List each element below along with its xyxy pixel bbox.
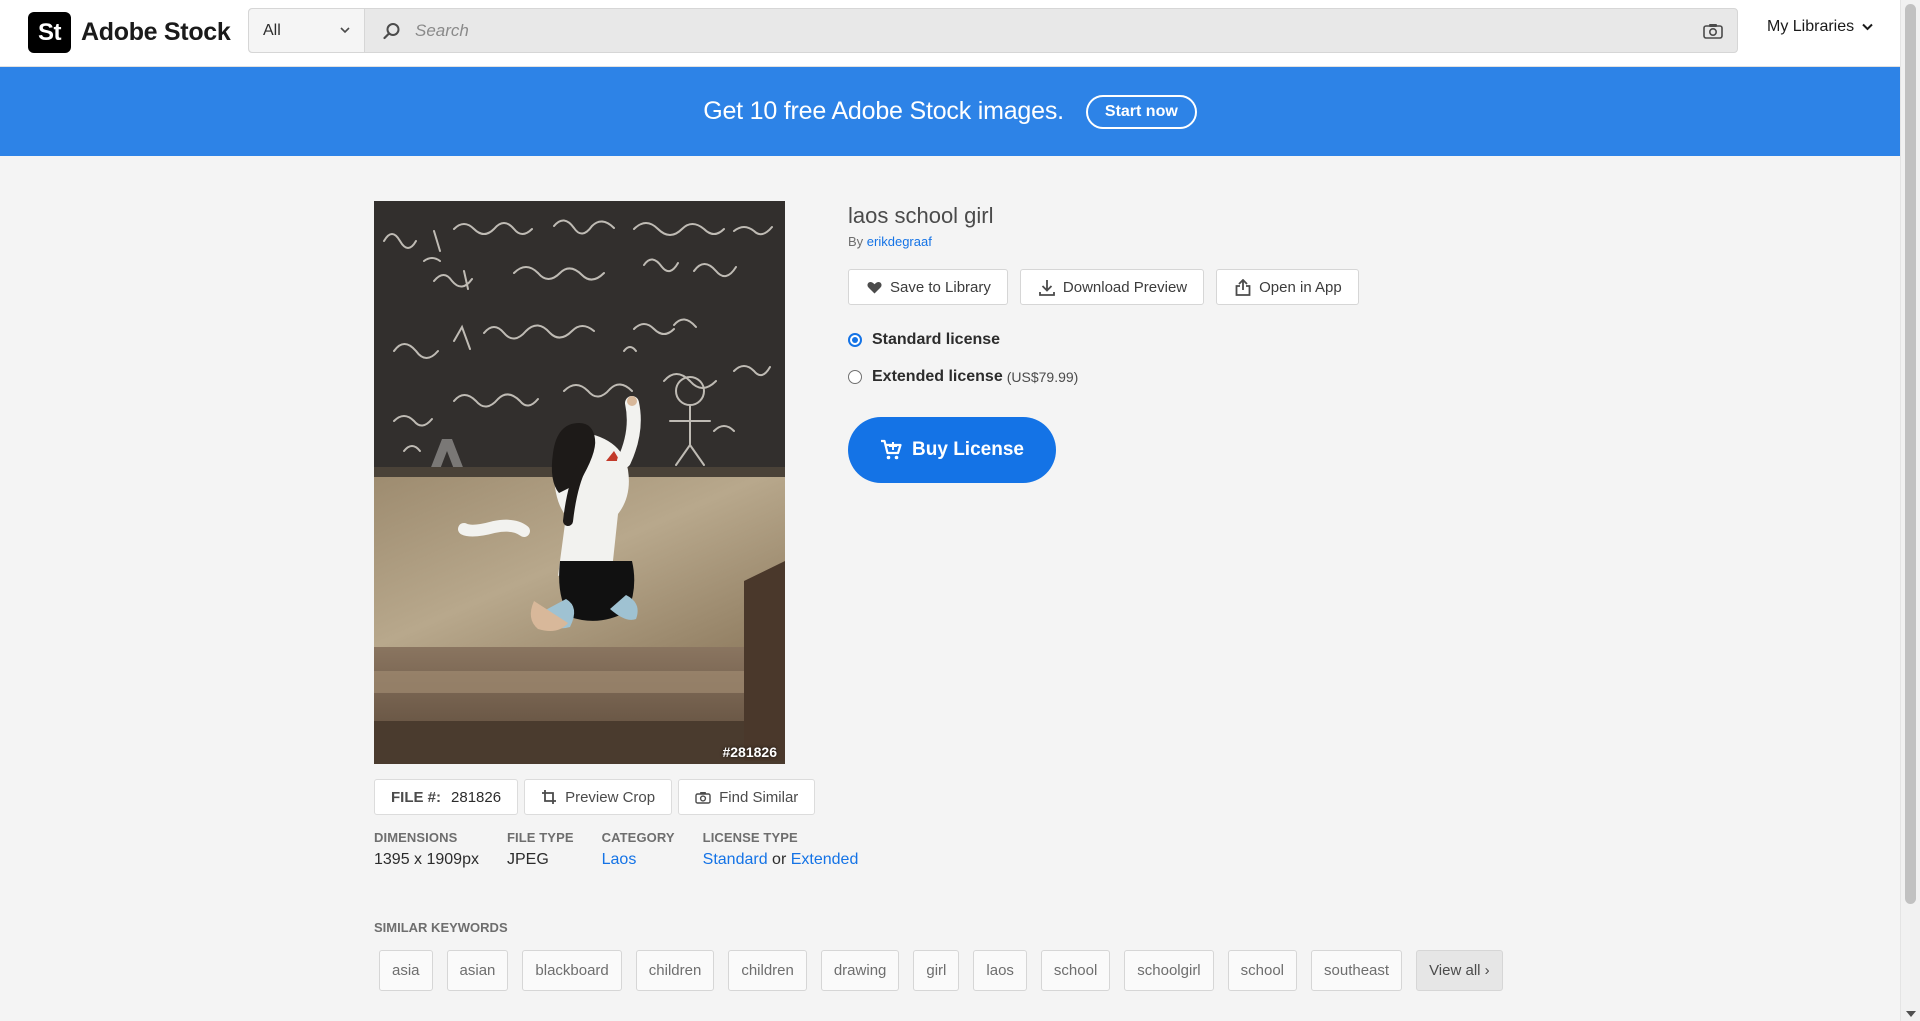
start-now-button[interactable]: Start now xyxy=(1085,94,1197,129)
promo-banner: Get 10 free Adobe Stock images. Start no… xyxy=(0,67,1900,156)
my-libraries-label: My Libraries xyxy=(1767,18,1855,35)
save-to-library-button[interactable]: Save to Library xyxy=(848,269,1008,305)
keyword-chip[interactable]: children xyxy=(728,950,807,991)
keyword-chip[interactable]: asia xyxy=(379,950,433,991)
meta-license-header: LICENSE TYPE xyxy=(702,830,798,845)
author-link[interactable]: erikdegraaf xyxy=(867,234,932,249)
chevron-down-icon xyxy=(1862,23,1873,31)
open-in-app-button[interactable]: Open in App xyxy=(1216,269,1359,305)
extended-license-radio[interactable] xyxy=(848,370,862,384)
extended-license-option[interactable]: Extended license (US$79.99) xyxy=(848,368,1078,386)
promo-text: Get 10 free Adobe Stock images. xyxy=(703,97,1064,125)
similar-keywords-list: asia asian blackboard children children … xyxy=(379,950,1503,991)
view-all-keywords-button[interactable]: View all › xyxy=(1416,950,1503,991)
standard-license-link[interactable]: Standard xyxy=(703,851,768,868)
keyword-chip[interactable]: laos xyxy=(973,950,1027,991)
keyword-chip[interactable]: asian xyxy=(446,950,509,991)
visual-search-button[interactable] xyxy=(1689,9,1737,52)
file-number-value: 281826 xyxy=(451,788,502,806)
extended-license-link[interactable]: Extended xyxy=(791,851,859,868)
meta-dimensions: DIMENSIONS 1395 x 1909px xyxy=(374,830,479,869)
meta-license: LICENSE TYPE Standard or Extended xyxy=(703,830,859,869)
file-id-overlay: #281826 xyxy=(722,744,777,760)
meta-filetype-value: JPEG xyxy=(506,851,549,868)
meta-dimensions-value: 1395 x 1909px xyxy=(374,851,479,868)
meta-license-value: Standard or Extended xyxy=(703,851,859,869)
image-tools: FILE #: 281826 Preview Crop Find Similar xyxy=(374,779,816,815)
logo-text: Adobe Stock xyxy=(81,18,231,46)
chevron-down-icon xyxy=(340,27,350,34)
vertical-scrollbar[interactable] xyxy=(1900,0,1920,1021)
heart-icon xyxy=(867,281,882,293)
extended-license-label: Extended license xyxy=(872,368,1003,385)
search-bar: All xyxy=(248,8,1738,53)
file-number-label: FILE #: xyxy=(391,788,442,806)
meta-category: CATEGORY Laos xyxy=(602,830,675,869)
st-logo-mark: St xyxy=(28,12,71,53)
author-byline: By erikdegraaf xyxy=(848,234,932,249)
keyword-chip[interactable]: blackboard xyxy=(522,950,622,991)
asset-title: laos school girl xyxy=(848,203,994,228)
search-icon xyxy=(383,22,400,39)
photo-illustration: Adobe Stock xyxy=(374,201,785,764)
keyword-chip[interactable]: school xyxy=(1227,950,1298,991)
my-libraries-menu[interactable]: My Libraries xyxy=(1767,18,1873,36)
open-in-app-label: Open in App xyxy=(1259,278,1342,296)
standard-license-radio[interactable] xyxy=(848,333,862,347)
download-icon xyxy=(1038,279,1055,296)
file-metadata: DIMENSIONS 1395 x 1909px FILE TYPE JPEG … xyxy=(374,830,858,869)
similar-keywords-title: SIMILAR KEYWORDS xyxy=(374,920,508,935)
scroll-down-arrow-icon[interactable] xyxy=(1906,1011,1916,1017)
category-select-value: All xyxy=(263,21,281,39)
asset-actions: Save to Library Download Preview Open in… xyxy=(848,269,1359,305)
top-header: St Adobe Stock All My Libraries xyxy=(0,0,1900,67)
meta-dimensions-header: DIMENSIONS xyxy=(374,830,458,845)
save-to-library-label: Save to Library xyxy=(890,278,991,296)
extended-license-price: (US$79.99) xyxy=(1006,369,1079,385)
file-number-box: FILE #: 281826 xyxy=(374,779,519,815)
keyword-chip[interactable]: girl xyxy=(913,950,960,991)
keyword-chip[interactable]: school xyxy=(1040,950,1111,991)
meta-category-header: CATEGORY xyxy=(601,830,675,845)
buy-license-button[interactable]: Buy License xyxy=(848,417,1056,483)
scrollbar-thumb[interactable] xyxy=(1905,4,1916,904)
download-preview-button[interactable]: Download Preview xyxy=(1019,269,1205,305)
preview-crop-button[interactable]: Preview Crop xyxy=(524,779,673,815)
keyword-chip[interactable]: southeast xyxy=(1311,950,1403,991)
crop-icon xyxy=(542,790,557,804)
search-field xyxy=(365,9,1689,52)
preview-crop-label: Preview Crop xyxy=(565,788,656,806)
license-or: or xyxy=(772,851,787,868)
cart-icon xyxy=(881,439,902,460)
asset-preview-image[interactable]: Adobe Stock #281826 xyxy=(374,201,785,764)
find-similar-label: Find Similar xyxy=(719,788,799,806)
keyword-chip[interactable]: drawing xyxy=(820,950,900,991)
camera-icon xyxy=(1703,23,1723,39)
keyword-chip[interactable]: schoolgirl xyxy=(1124,950,1214,991)
keyword-chip[interactable]: children xyxy=(635,950,715,991)
share-icon xyxy=(1235,278,1251,296)
download-preview-label: Download Preview xyxy=(1062,278,1188,296)
category-link[interactable]: Laos xyxy=(602,851,675,869)
standard-license-label: Standard license xyxy=(872,331,1001,348)
standard-license-option[interactable]: Standard license xyxy=(848,331,1000,349)
find-similar-button[interactable]: Find Similar xyxy=(678,779,816,815)
adobe-stock-logo[interactable]: St Adobe Stock xyxy=(28,12,231,53)
meta-filetype: FILE TYPE JPEG xyxy=(507,830,574,869)
meta-filetype-header: FILE TYPE xyxy=(506,830,574,845)
category-select[interactable]: All xyxy=(249,9,365,52)
camera-icon xyxy=(695,791,711,804)
search-input[interactable] xyxy=(415,20,1689,41)
buy-license-label: Buy License xyxy=(912,439,1024,460)
by-prefix: By xyxy=(848,234,864,249)
